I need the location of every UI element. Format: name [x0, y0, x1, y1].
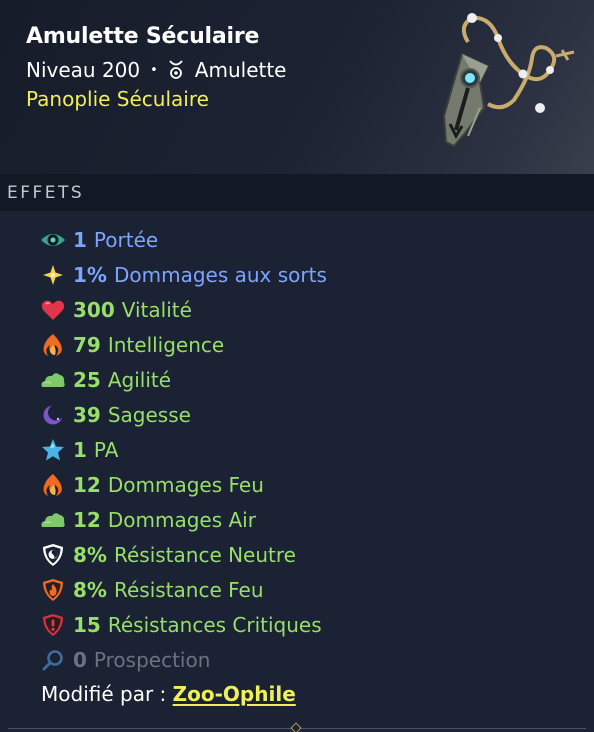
effect-label: Vitalité — [121, 297, 192, 322]
magnifier-icon — [40, 647, 66, 673]
meta-separator: • — [150, 62, 158, 78]
effect-value: 1% — [73, 262, 107, 287]
effect-label: Dommages Air — [107, 507, 256, 532]
effect-label: Sagesse — [107, 402, 191, 427]
effect-label: Dommages Feu — [107, 472, 264, 497]
critical-shield-icon — [40, 612, 66, 638]
effect-row-prospecting: 0 Prospection — [40, 642, 210, 677]
item-type: Amulette — [194, 58, 287, 82]
effect-value: 300 — [73, 297, 115, 322]
effect-label: Dommages aux sorts — [113, 262, 327, 287]
fire-shield-icon — [40, 577, 66, 603]
effect-label: Résistance Neutre — [113, 542, 296, 567]
effect-label: Résistances Critiques — [107, 612, 322, 637]
effect-label: Intelligence — [107, 332, 225, 357]
effect-row-ap: 1 PA — [40, 432, 118, 467]
cloud-icon — [40, 367, 66, 393]
item-header: Amulette Séculaire Niveau 200 • Amulette… — [0, 0, 594, 174]
effect-row-neutral-resistance: 8% Résistance Neutre — [40, 537, 296, 572]
effect-row-spell-damage: 1% Dommages aux sorts — [40, 257, 327, 292]
modified-by-label: Modifié par : — [41, 682, 167, 706]
effect-label: Portée — [93, 227, 159, 252]
effect-value: 1 — [73, 227, 87, 252]
effect-value: 12 — [73, 472, 101, 497]
heart-icon — [40, 297, 66, 323]
effect-row-fire-resistance: 8% Résistance Feu — [40, 572, 264, 607]
effect-row-intelligence: 79 Intelligence — [40, 327, 224, 362]
effect-value: 15 — [73, 612, 101, 637]
effect-label: PA — [93, 437, 119, 462]
item-name: Amulette Séculaire — [26, 24, 260, 49]
effect-label: Agilité — [107, 367, 172, 392]
moon-icon — [40, 402, 66, 428]
star-sparkle-icon — [40, 262, 66, 288]
effect-label: Résistance Feu — [113, 577, 264, 602]
eye-icon — [40, 227, 66, 253]
amulet-type-icon — [167, 59, 185, 81]
star-icon — [40, 437, 66, 463]
modified-by: Modifié par : Zoo-Ophile — [41, 682, 296, 706]
item-meta: Niveau 200 • Amulette — [26, 58, 287, 82]
effect-row-vitality: 300 Vitalité — [40, 292, 192, 327]
effect-row-range: 1 Portée — [40, 222, 158, 257]
amulet-image — [428, 12, 584, 166]
effect-row-agility: 25 Agilité — [40, 362, 171, 397]
effect-value: 0 — [73, 647, 87, 672]
cloud-icon — [40, 507, 66, 533]
effect-value: 8% — [73, 577, 107, 602]
effect-row-fire-damage: 12 Dommages Feu — [40, 467, 264, 502]
item-set-link[interactable]: Panoplie Séculaire — [26, 87, 209, 111]
effect-row-air-damage: 12 Dommages Air — [40, 502, 256, 537]
modifier-author-link[interactable]: Zoo-Ophile — [173, 682, 296, 706]
effect-value: 39 — [73, 402, 101, 427]
effects-section-header: EFFETS — [0, 174, 594, 211]
effect-value: 79 — [73, 332, 101, 357]
effect-value: 1 — [73, 437, 87, 462]
effect-row-wisdom: 39 Sagesse — [40, 397, 191, 432]
effects-title: EFFETS — [7, 183, 85, 203]
effect-row-critical-resistance: 15 Résistances Critiques — [40, 607, 322, 642]
fire-icon — [40, 472, 66, 498]
fire-icon — [40, 332, 66, 358]
neutral-shield-icon — [40, 542, 66, 568]
effect-value: 8% — [73, 542, 107, 567]
effect-label: Prospection — [93, 647, 211, 672]
item-level: Niveau 200 — [26, 58, 141, 82]
effect-value: 12 — [73, 507, 101, 532]
effect-value: 25 — [73, 367, 101, 392]
